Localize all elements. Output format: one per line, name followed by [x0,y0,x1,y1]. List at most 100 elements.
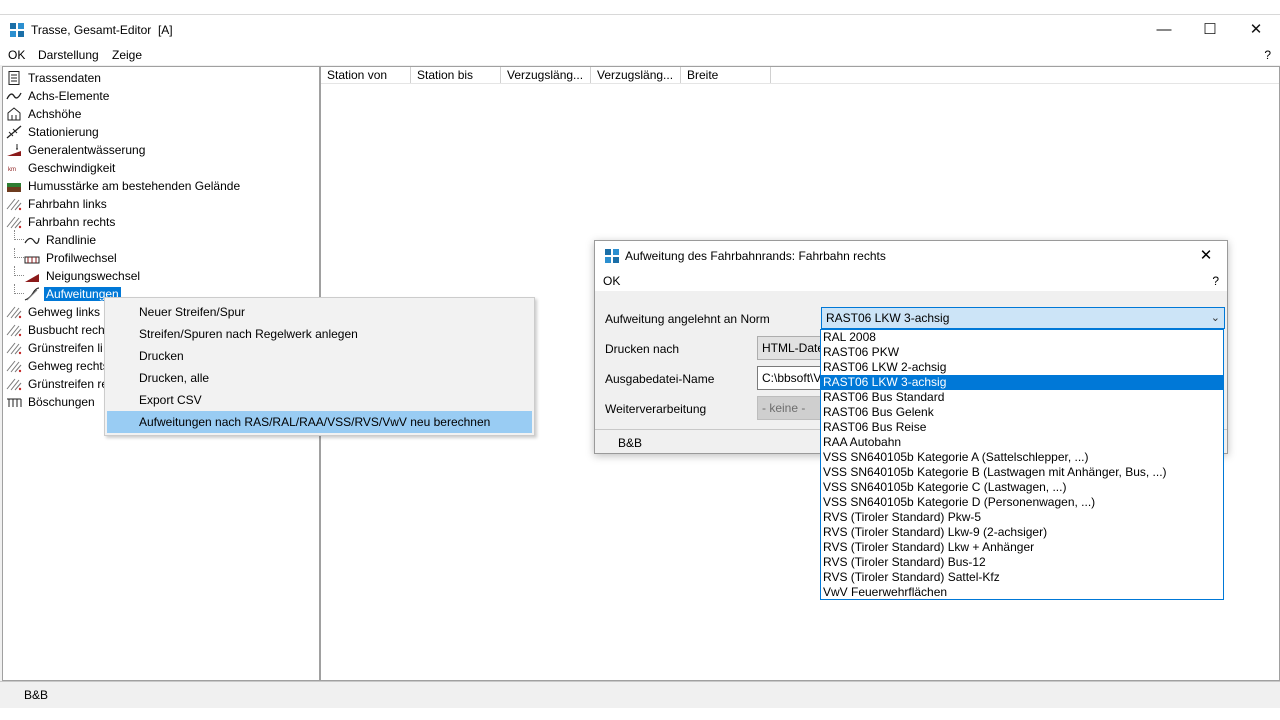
menu-print-all[interactable]: Drucken, alle [107,367,532,389]
menu-zeige[interactable]: Zeige [112,48,142,62]
dropdown-option[interactable]: RAST06 Bus Standard [821,390,1223,405]
tree-item[interactable]: Randlinie [14,230,98,248]
menu-ok[interactable]: OK [8,48,25,62]
tree-item-label: Achs-Elemente [28,88,110,103]
tree-item[interactable]: Fahrbahn rechts [6,212,117,230]
tree-item[interactable]: Böschungen [6,392,97,410]
tree-item-label: Randlinie [46,232,97,247]
roadway-icon [6,305,22,319]
norm-select[interactable]: RAST06 LKW 3-achsig ⌄ [821,307,1225,329]
output-file-input[interactable]: C:\bbsoft\V [757,366,823,390]
tree-item-label: Profilwechsel [46,250,117,265]
tree-item[interactable]: Humusstärke am bestehenden Gelände [6,176,242,194]
dropdown-option[interactable]: RAST06 LKW 3-achsig [821,375,1223,390]
maximize-button[interactable]: ☐ [1187,15,1233,45]
col-verzugslaenge-2[interactable]: Verzugsläng... [591,67,681,83]
tree-item[interactable]: Gehweg links [6,302,102,320]
tree-item-label: Neigungswechsel [46,268,141,283]
window-title-badge: [A] [157,23,173,37]
menu-darstellung[interactable]: Darstellung [38,48,99,62]
tree-item[interactable]: Neigungswechsel [14,266,142,284]
col-station-bis[interactable]: Station bis [411,67,501,83]
norm-label: Aufweitung angelehnt an Norm [605,312,770,326]
title-bar: Trasse, Gesamt-Editor [A] — ☐ ✕ [0,15,1280,45]
menu-new-strip[interactable]: Neuer Streifen/Spur [107,301,532,323]
tree-item[interactable]: Gehweg rechts [6,356,111,374]
tree-item[interactable]: Grünstreifen re [6,374,110,392]
tree-item-label: Fahrbahn links [28,196,107,211]
tree-item[interactable]: km Geschwindigkeit [6,158,117,176]
dialog-close-button[interactable]: ✕ [1191,241,1221,271]
tree-item[interactable]: Trassendaten [6,68,103,86]
dialog-help-button[interactable]: ? [1212,274,1219,288]
menu-export-csv[interactable]: Export CSV [107,389,532,411]
tree-item[interactable]: Fahrbahn links [6,194,109,212]
dropdown-option[interactable]: RAST06 Bus Gelenk [821,405,1223,420]
slope-change-icon [24,269,40,283]
app-logo-icon [10,23,24,37]
dropdown-option[interactable]: VSS SN640105b Kategorie C (Lastwagen, ..… [821,480,1223,495]
dropdown-option[interactable]: VwV Feuerwehrflächen [821,585,1223,600]
tree-item[interactable]: Busbucht rech [6,320,107,338]
dropdown-option[interactable]: RVS (Tiroler Standard) Bus-12 [821,555,1223,570]
dropdown-option[interactable]: VSS SN640105b Kategorie D (Personenwagen… [821,495,1223,510]
tree-item-label: Grünstreifen re [28,376,109,391]
profile-change-icon [24,251,40,265]
norm-dropdown-list: RAL 2008 RAST06 PKW RAST06 LKW 2-achsig RAS… [820,329,1224,600]
dialog-status-text: B&B [618,436,643,450]
tree-item-label: Trassendaten [28,70,101,85]
roadway-icon [6,341,22,355]
dropdown-option[interactable]: RVS (Tiroler Standard) Pkw-5 [821,510,1223,525]
dropdown-option[interactable]: RAST06 Bus Reise [821,420,1223,435]
further-processing-select[interactable]: - keine - [757,396,823,420]
chevron-down-icon[interactable]: ⌄ [1211,308,1220,328]
tree-item[interactable]: Profilwechsel [14,248,119,266]
tree-connector [14,230,24,240]
dialog-menu-bar: OK ? [595,271,1227,291]
menu-bar: OK Darstellung Zeige ? [0,45,1280,65]
roadway-icon [6,215,22,229]
edge-line-icon [24,233,40,247]
status-bar: B&B [0,681,1280,708]
dropdown-option[interactable]: RAST06 LKW 2-achsig [821,360,1223,375]
col-breite[interactable]: Breite [681,67,771,83]
window-title-text: Trasse, Gesamt-Editor [31,23,152,37]
tree-item[interactable]: Stationierung [6,122,101,140]
tree-item-label: Achshöhe [28,106,82,121]
roadway-icon [6,359,22,373]
dropdown-option[interactable]: RAA Autobahn [821,435,1223,450]
tree-item-label: Busbucht rech [28,322,105,337]
dropdown-option[interactable]: RVS (Tiroler Standard) Lkw-9 (2-achsiger… [821,525,1223,540]
tree-connector [14,266,24,276]
tree-item-label: Humusstärke am bestehenden Gelände [28,178,241,193]
dropdown-option[interactable]: RAL 2008 [821,330,1223,345]
dialog-title: Aufweitung des Fahrbahnrands: Fahrbahn r… [625,249,886,263]
dropdown-option[interactable]: VSS SN640105b Kategorie A (Sattelschlepp… [821,450,1223,465]
col-station-von[interactable]: Station von [321,67,411,83]
print-label: Drucken nach [605,342,680,356]
dropdown-option[interactable]: RAST06 PKW [821,345,1223,360]
dropdown-option[interactable]: RVS (Tiroler Standard) Sattel-Kfz [821,570,1223,585]
tree-item-label: Gehweg rechts [28,358,109,373]
dropdown-option[interactable]: RVS (Tiroler Standard) Lkw + Anhänger [821,540,1223,555]
tree-item-label: Stationierung [28,124,99,139]
help-button[interactable]: ? [1264,48,1271,62]
dropdown-option[interactable]: VSS SN640105b Kategorie B (Lastwagen mit… [821,465,1223,480]
curve-icon [6,89,22,103]
roadway-icon [6,197,22,211]
building-icon [6,107,22,121]
tree-item[interactable]: Generalentwässerung [6,140,147,158]
minimize-button[interactable]: — [1141,15,1187,45]
terrain-icon [6,179,22,193]
print-target-select[interactable]: HTML-Date [757,336,823,360]
menu-recalculate-widenings[interactable]: Aufweitungen nach RAS/RAL/RAA/VSS/RVS/Vw… [107,411,532,433]
dialog-ok-button[interactable]: OK [603,274,620,288]
tree-item[interactable]: Achshöhe [6,104,83,122]
col-verzugslaenge-1[interactable]: Verzugsläng... [501,67,591,83]
tree-item[interactable]: Grünstreifen li [6,338,105,356]
menu-strips-by-rules[interactable]: Streifen/Spuren nach Regelwerk anlegen [107,323,532,345]
close-button[interactable]: ✕ [1233,15,1279,45]
tree-connector [14,284,24,294]
menu-print[interactable]: Drucken [107,345,532,367]
tree-item[interactable]: Achs-Elemente [6,86,111,104]
